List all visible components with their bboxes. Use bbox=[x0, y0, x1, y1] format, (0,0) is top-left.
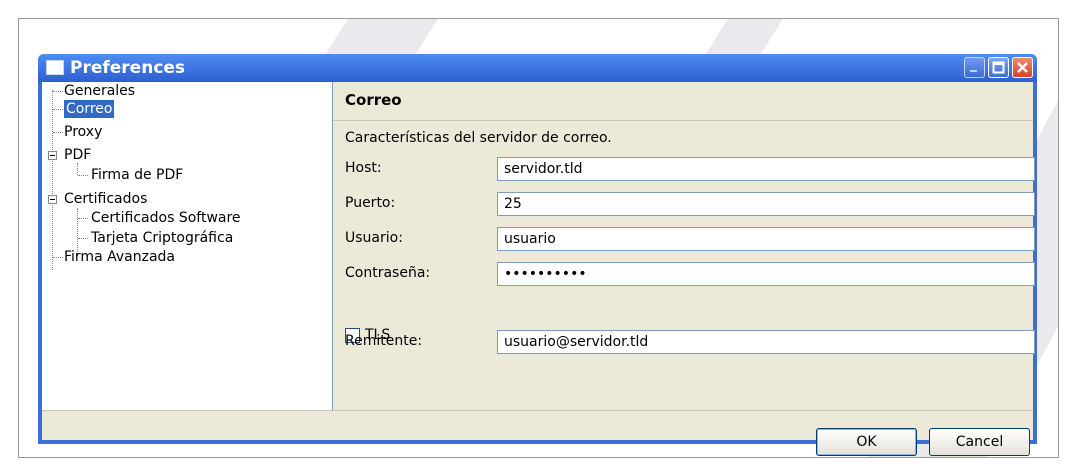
close-button[interactable] bbox=[1012, 57, 1033, 78]
maximize-button[interactable] bbox=[988, 57, 1009, 78]
port-input[interactable] bbox=[497, 192, 1035, 216]
panel-description: Características del servidor de correo. bbox=[345, 130, 612, 146]
cancel-button[interactable]: Cancel bbox=[929, 428, 1030, 456]
preferences-window: Preferences Generales Correo Proxy PDF F… bbox=[38, 54, 1037, 456]
minimize-icon bbox=[970, 70, 977, 72]
tree-item-proxy[interactable]: Proxy bbox=[64, 123, 102, 141]
preferences-tree: Generales Correo Proxy PDF Firma de PDF … bbox=[42, 82, 333, 410]
sender-label: Remitente: bbox=[345, 333, 423, 349]
tree-line bbox=[78, 175, 88, 176]
dialog-client-area: Generales Correo Proxy PDF Firma de PDF … bbox=[42, 82, 1035, 456]
host-input[interactable] bbox=[497, 157, 1035, 181]
host-label: Host: bbox=[345, 160, 382, 176]
panel-title: Correo bbox=[345, 91, 402, 109]
user-input[interactable] bbox=[497, 227, 1035, 251]
ok-button[interactable]: OK bbox=[816, 428, 917, 456]
tree-line bbox=[53, 132, 63, 133]
tree-line bbox=[52, 90, 53, 270]
sender-input[interactable] bbox=[497, 330, 1035, 354]
window-icon bbox=[46, 60, 64, 75]
minimize-button[interactable] bbox=[964, 57, 985, 78]
tree-line bbox=[77, 163, 78, 175]
mail-settings-panel: Correo Características del servidor de c… bbox=[333, 82, 1035, 410]
title-bar[interactable]: Preferences bbox=[38, 54, 1037, 82]
tree-item-tarjeta-criptografica[interactable]: Tarjeta Criptográfica bbox=[91, 229, 233, 247]
dialog-footer: OK Cancel bbox=[42, 410, 1033, 456]
tree-line bbox=[53, 257, 63, 258]
close-icon bbox=[1017, 62, 1028, 73]
maximize-icon bbox=[992, 61, 1005, 74]
tree-item-correo[interactable]: Correo bbox=[64, 100, 115, 118]
tree-item-certificados[interactable]: Certificados bbox=[64, 190, 147, 208]
collapse-certificados-icon[interactable] bbox=[48, 195, 57, 204]
password-label: Contraseña: bbox=[345, 265, 431, 281]
panel-header: Correo bbox=[333, 82, 1033, 121]
tree-line bbox=[78, 218, 88, 219]
tree-line bbox=[53, 91, 63, 92]
tree-item-firma-avanzada[interactable]: Firma Avanzada bbox=[64, 248, 175, 266]
tree-item-generales[interactable]: Generales bbox=[64, 82, 135, 100]
tree-item-pdf[interactable]: PDF bbox=[64, 146, 91, 164]
password-input[interactable] bbox=[497, 262, 1035, 286]
tree-item-certificados-software[interactable]: Certificados Software bbox=[91, 209, 241, 227]
tree-line bbox=[53, 109, 63, 110]
tree-line bbox=[78, 238, 88, 239]
port-label: Puerto: bbox=[345, 195, 396, 211]
collapse-pdf-icon[interactable] bbox=[48, 151, 57, 160]
user-label: Usuario: bbox=[345, 230, 403, 246]
window-title: Preferences bbox=[70, 58, 186, 78]
tree-item-firma-de-pdf[interactable]: Firma de PDF bbox=[91, 166, 183, 184]
